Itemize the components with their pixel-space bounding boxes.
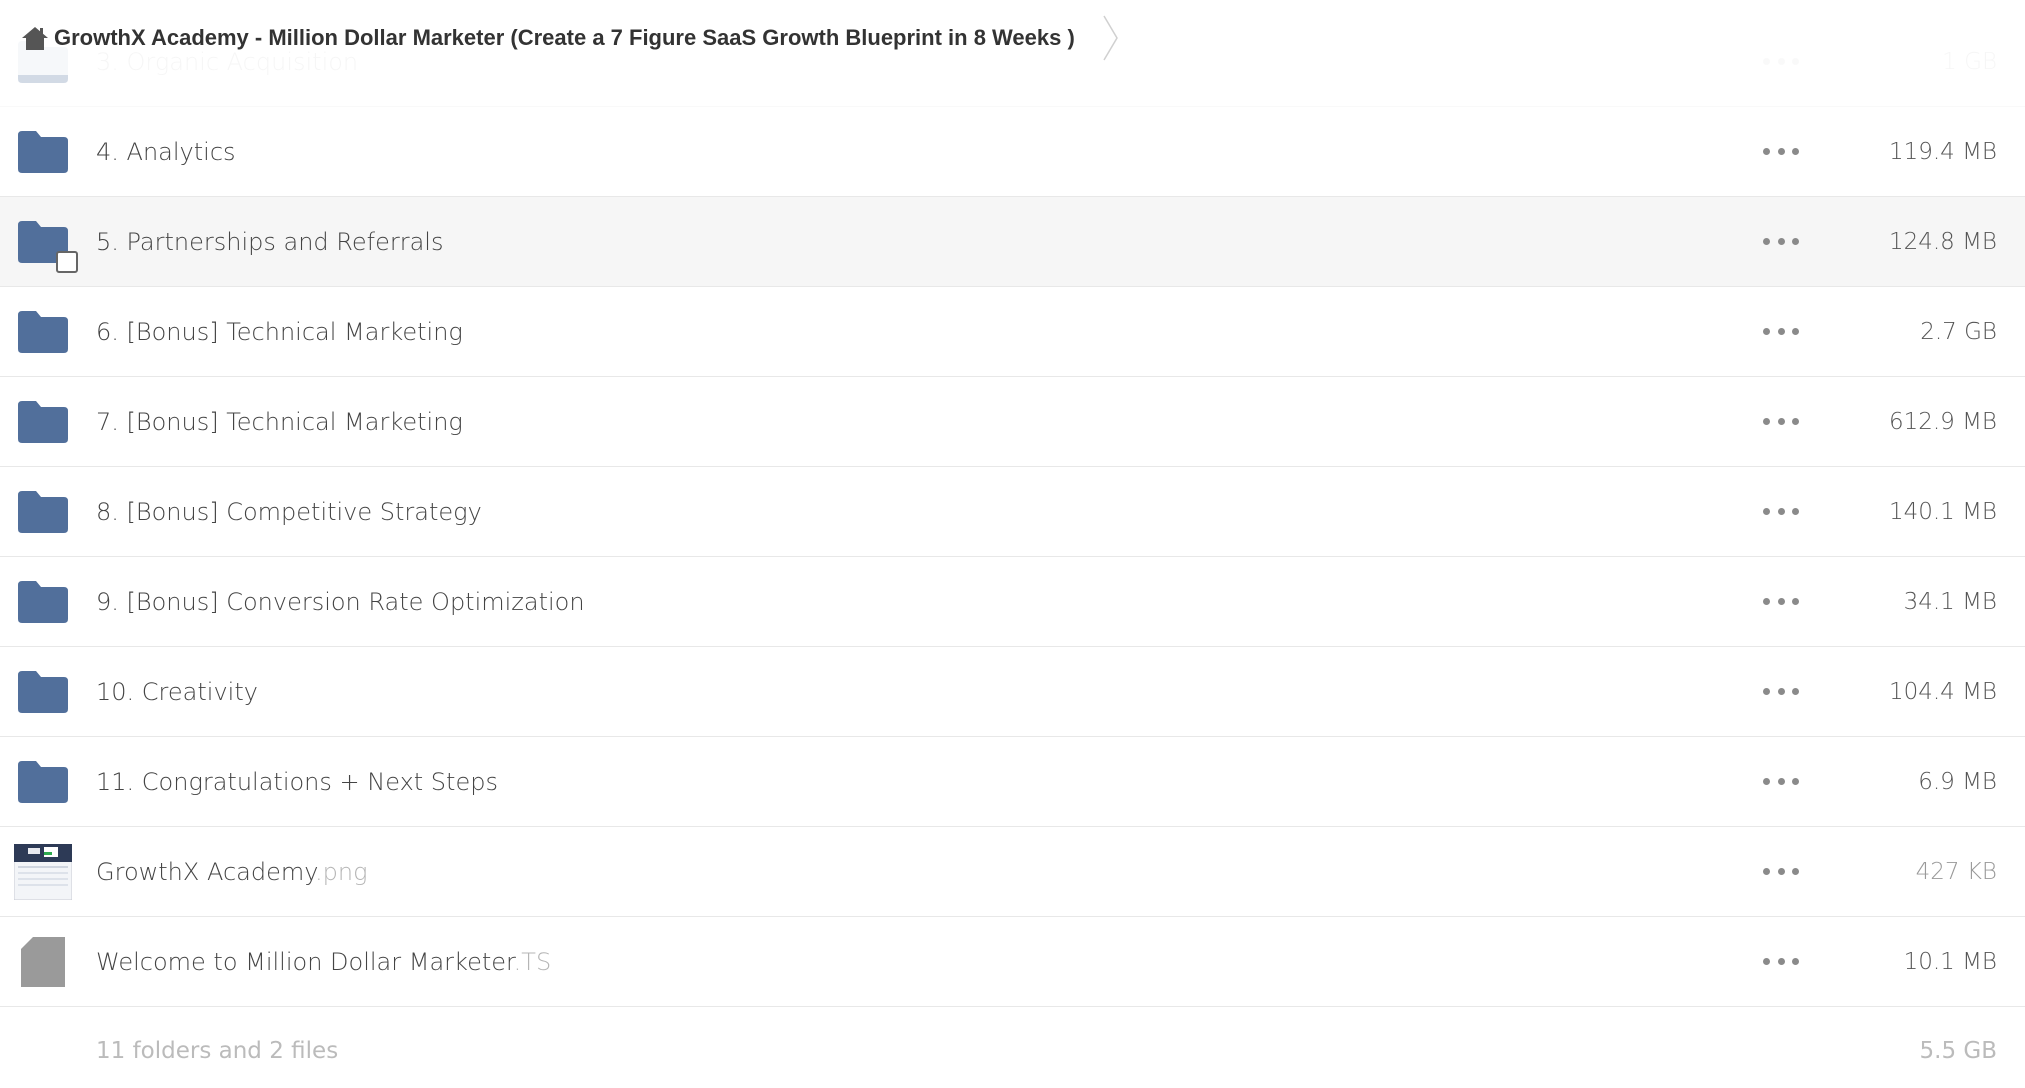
more-options-icon[interactable] — [1763, 322, 1799, 342]
item-size: 140.1 MB — [1888, 498, 1997, 525]
item-name[interactable]: 6. [Bonus] Technical Marketing — [96, 318, 463, 346]
folder-icon — [10, 122, 75, 182]
home-icon[interactable] — [18, 21, 52, 55]
folder-icon — [10, 482, 75, 542]
folder-icon — [10, 392, 75, 452]
item-size: 119.4 MB — [1888, 138, 1997, 165]
chevron-right-icon — [1101, 13, 1125, 63]
item-size: 6.9 MB — [1918, 768, 1997, 795]
item-name[interactable]: 7. [Bonus] Technical Marketing — [96, 408, 463, 436]
item-name-base: 8. [Bonus] Competitive Strategy — [96, 497, 482, 526]
item-name-base: Welcome to Million Dollar Marketer — [96, 947, 514, 976]
folder-row[interactable]: 9. [Bonus] Conversion Rate Optimization 3… — [0, 557, 2025, 647]
folder-icon — [10, 662, 75, 722]
item-size: 10.1 MB — [1903, 948, 1997, 975]
folder-row[interactable]: 7. [Bonus] Technical Marketing 612.9 MB — [0, 377, 2025, 467]
image-thumbnail-icon — [10, 842, 75, 902]
folder-row[interactable]: 5. Partnerships and Referrals 124.8 MB — [0, 197, 2025, 287]
item-name-base: GrowthX Academy — [96, 857, 315, 886]
file-list: 3. Organic Acquisition1 GB4. Analytics11… — [0, 17, 2025, 1007]
more-options-icon[interactable] — [1763, 142, 1799, 162]
folder-row[interactable]: 8. [Bonus] Competitive Strategy 140.1 MB — [0, 467, 2025, 557]
item-name-base: 4. Analytics — [96, 137, 236, 166]
item-name-base: 7. [Bonus] Technical Marketing — [96, 407, 463, 436]
item-name-base: 9. [Bonus] Conversion Rate Optimization — [96, 587, 585, 616]
folder-row[interactable]: 4. Analytics 119.4 MB — [0, 107, 2025, 197]
item-size: 124.8 MB — [1888, 228, 1997, 255]
item-name-base: 10. Creativity — [96, 677, 258, 706]
more-options-icon[interactable] — [1763, 862, 1799, 882]
item-size: 2.7 GB — [1920, 318, 1997, 345]
breadcrumb: GrowthX Academy - Million Dollar Markete… — [0, 0, 2025, 75]
folder-row[interactable]: 10. Creativity 104.4 MB — [0, 647, 2025, 737]
item-size: 612.9 MB — [1888, 408, 1997, 435]
more-options-icon[interactable] — [1763, 952, 1799, 972]
folder-icon — [10, 752, 75, 812]
folder-summary: 11 folders and 2 files 5.5 GB — [0, 1020, 2025, 1086]
folder-row[interactable]: 11. Congratulations + Next Steps 6.9 MB — [0, 737, 2025, 827]
item-size: 34.1 MB — [1903, 588, 1997, 615]
item-name[interactable]: 9. [Bonus] Conversion Rate Optimization — [96, 588, 585, 616]
item-name[interactable]: Welcome to Million Dollar Marketer.TS — [96, 948, 551, 976]
more-options-icon[interactable] — [1763, 412, 1799, 432]
file-row[interactable]: Welcome to Million Dollar Marketer.TS 10.… — [0, 917, 2025, 1007]
file-row[interactable]: GrowthX Academy.png 427 KB — [0, 827, 2025, 917]
item-name-base: 5. Partnerships and Referrals — [96, 227, 444, 256]
breadcrumb-current-folder[interactable]: GrowthX Academy - Million Dollar Markete… — [54, 25, 1075, 51]
item-size: 427 KB — [1915, 858, 1997, 885]
more-options-icon[interactable] — [1763, 682, 1799, 702]
more-options-icon[interactable] — [1763, 502, 1799, 522]
folder-row[interactable]: 6. [Bonus] Technical Marketing 2.7 GB — [0, 287, 2025, 377]
item-name[interactable]: 11. Congratulations + Next Steps — [96, 768, 498, 796]
folder-icon — [10, 302, 75, 362]
item-name[interactable]: GrowthX Academy.png — [96, 858, 367, 886]
item-extension: .png — [315, 857, 368, 886]
item-name-base: 6. [Bonus] Technical Marketing — [96, 317, 463, 346]
item-name-base: 11. Congratulations + Next Steps — [96, 767, 498, 796]
select-checkbox[interactable] — [56, 251, 78, 273]
more-options-icon[interactable] — [1763, 592, 1799, 612]
folder-icon — [10, 572, 75, 632]
item-name[interactable]: 10. Creativity — [96, 678, 258, 706]
more-options-icon[interactable] — [1763, 232, 1799, 252]
item-count: 11 folders and 2 files — [96, 1038, 339, 1064]
item-name[interactable]: 8. [Bonus] Competitive Strategy — [96, 498, 482, 526]
item-name[interactable]: 4. Analytics — [96, 138, 236, 166]
total-size: 5.5 GB — [1919, 1038, 1998, 1064]
item-extension: .TS — [513, 947, 552, 976]
item-name[interactable]: 5. Partnerships and Referrals — [96, 228, 443, 256]
more-options-icon[interactable] — [1763, 772, 1799, 792]
file-icon — [10, 932, 75, 992]
item-size: 104.4 MB — [1888, 678, 1997, 705]
